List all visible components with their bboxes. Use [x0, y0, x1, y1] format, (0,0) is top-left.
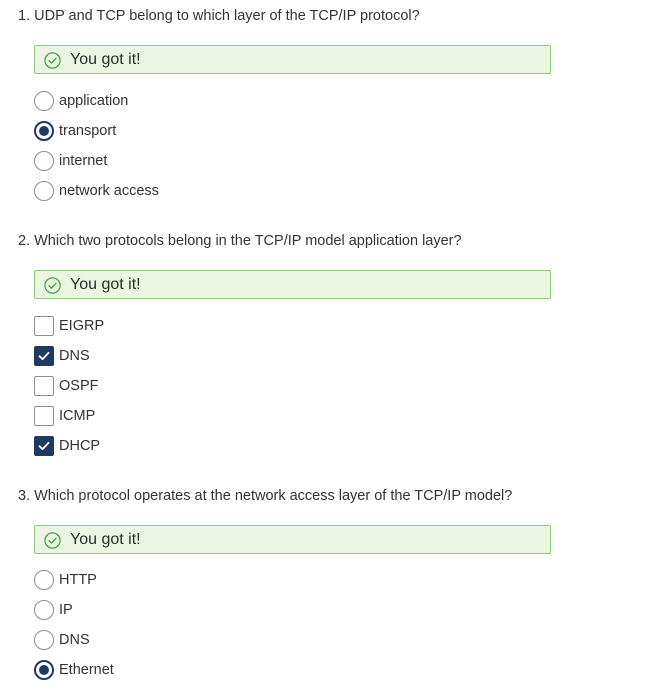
option-label: Ethernet: [59, 662, 114, 678]
option-label: OSPF: [59, 378, 99, 394]
feedback-text: You got it!: [70, 531, 141, 548]
question-title: 2. Which two protocols belong in the TCP…: [18, 233, 462, 249]
checkbox-checked[interactable]: [34, 346, 54, 366]
feedback-banner: You got it!: [34, 525, 551, 554]
option-dns[interactable]: DNS: [34, 630, 334, 652]
option-http[interactable]: HTTP: [34, 570, 334, 592]
radio-button-selected[interactable]: [34, 121, 54, 141]
check-circle-icon: [44, 52, 61, 69]
option-internet[interactable]: internet: [34, 151, 334, 173]
option-label: application: [59, 93, 129, 109]
radio-button[interactable]: [34, 151, 54, 171]
question-title: 3. Which protocol operates at the networ…: [18, 488, 513, 504]
option-label: transport: [59, 123, 117, 139]
feedback-text: You got it!: [70, 51, 141, 68]
checkbox[interactable]: [34, 376, 54, 396]
option-ospf[interactable]: OSPF: [34, 376, 334, 398]
option-label: ICMP: [59, 408, 96, 424]
option-network-access[interactable]: network access: [34, 181, 334, 203]
radio-button[interactable]: [34, 630, 54, 650]
option-dhcp[interactable]: DHCP: [34, 436, 334, 458]
radio-button-selected[interactable]: [34, 660, 54, 680]
feedback-text: You got it!: [70, 276, 141, 293]
radio-button[interactable]: [34, 570, 54, 590]
option-label: HTTP: [59, 572, 97, 588]
option-label: internet: [59, 153, 108, 169]
option-ip[interactable]: IP: [34, 600, 334, 622]
option-label: network access: [59, 183, 159, 199]
check-circle-icon: [44, 532, 61, 549]
option-label: DNS: [59, 632, 90, 648]
check-circle-icon: [44, 277, 61, 294]
option-label: DHCP: [59, 438, 101, 454]
feedback-banner: You got it!: [34, 270, 551, 299]
checkbox-checked[interactable]: [34, 436, 54, 456]
option-label: DNS: [59, 348, 90, 364]
option-application[interactable]: application: [34, 91, 334, 113]
option-label: IP: [59, 602, 73, 618]
option-icmp[interactable]: ICMP: [34, 406, 334, 428]
checkmark-icon: [38, 351, 50, 361]
option-label: EIGRP: [59, 318, 105, 334]
checkmark-icon: [38, 441, 50, 451]
radio-button[interactable]: [34, 91, 54, 111]
option-ethernet[interactable]: Ethernet: [34, 660, 334, 682]
radio-button[interactable]: [34, 600, 54, 620]
radio-button[interactable]: [34, 181, 54, 201]
checkbox[interactable]: [34, 316, 54, 336]
checkbox[interactable]: [34, 406, 54, 426]
option-dns[interactable]: DNS: [34, 346, 334, 368]
option-transport[interactable]: transport: [34, 121, 334, 143]
question-title: 1. UDP and TCP belong to which layer of …: [18, 8, 420, 24]
feedback-banner: You got it!: [34, 45, 551, 74]
option-eigrp[interactable]: EIGRP: [34, 316, 334, 338]
